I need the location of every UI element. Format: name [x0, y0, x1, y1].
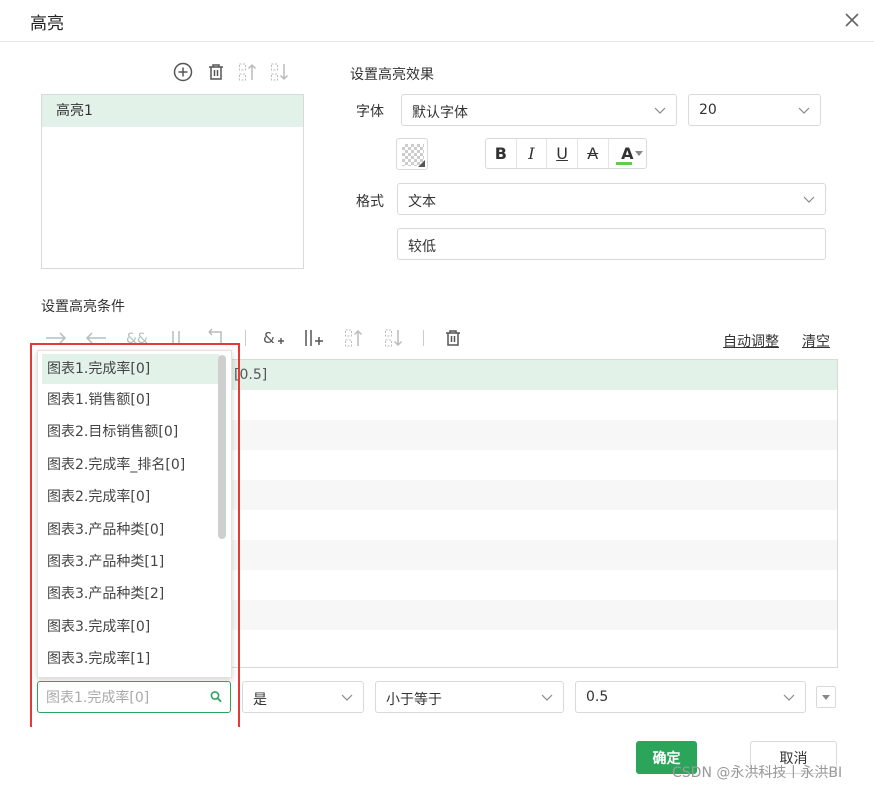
move-down-icon: [382, 326, 406, 350]
effect-section-title: 设置高亮效果: [350, 67, 434, 83]
chevron-down-icon: [798, 104, 810, 120]
table-row: [231, 540, 837, 570]
format-value: 文本: [408, 194, 436, 210]
font-family-select[interactable]: 默认字体: [401, 94, 677, 126]
font-color-button[interactable]: A: [609, 139, 647, 168]
move-down-icon: [268, 60, 292, 84]
toolbar-separator: [245, 330, 246, 346]
table-row[interactable]: [0.5]: [231, 360, 837, 390]
display-text-input[interactable]: 较低: [397, 228, 826, 260]
close-icon[interactable]: [842, 10, 862, 30]
table-row: [231, 480, 837, 510]
highlight-list-item[interactable]: 高亮1: [42, 95, 303, 127]
conditions-table: [0.5]: [231, 359, 838, 668]
caret-down-icon: [635, 151, 644, 156]
watermark-text: CSDN @永洪科技丨永洪BI: [672, 765, 843, 781]
add-or-condition-icon[interactable]: [302, 326, 326, 350]
conditions-section-title: 设置高亮条件: [41, 299, 125, 315]
font-family-value: 默认字体: [412, 105, 468, 121]
dialog-title: 高亮: [30, 14, 64, 34]
font-color-bar: [615, 162, 632, 165]
italic-button[interactable]: I: [517, 139, 548, 168]
move-up-icon: [342, 326, 366, 350]
format-label: 格式: [356, 194, 384, 210]
table-row: [231, 510, 837, 540]
add-and-condition-icon[interactable]: &: [262, 326, 286, 350]
background-color-picker[interactable]: [396, 138, 428, 170]
value-type-dropdown[interactable]: [816, 686, 836, 708]
compare-value-select[interactable]: 0.5: [575, 681, 806, 713]
annotation-frame: [30, 343, 240, 730]
svg-text:&: &: [263, 329, 275, 347]
move-up-icon: [236, 60, 260, 84]
compare-value: 0.5: [586, 689, 609, 705]
chevron-down-icon: [541, 691, 553, 707]
highlight-list: 高亮1: [41, 94, 304, 269]
font-size-value: 20: [699, 102, 717, 118]
table-row: [231, 570, 837, 600]
add-icon[interactable]: [171, 60, 195, 84]
table-row: [231, 450, 837, 480]
caret-down-icon: [822, 695, 830, 700]
delete-icon[interactable]: [441, 326, 465, 350]
table-row: [231, 390, 837, 420]
underline-button[interactable]: U: [547, 139, 578, 168]
display-text-value: 较低: [408, 239, 436, 255]
delete-icon[interactable]: [204, 60, 228, 84]
table-row: [231, 420, 837, 450]
operator-value: 小于等于: [386, 692, 442, 708]
is-value: 是: [253, 692, 267, 708]
chevron-down-icon: [341, 691, 353, 707]
clear-link[interactable]: 清空: [802, 331, 830, 351]
table-row: [231, 600, 837, 630]
operator-select[interactable]: 小于等于: [375, 681, 564, 713]
condition-text: [0.5]: [234, 367, 268, 383]
strikethrough-button[interactable]: A: [578, 139, 609, 168]
toolbar-separator: [423, 330, 424, 346]
auto-adjust-link[interactable]: 自动调整: [723, 331, 779, 351]
dialog-title-bar: 高亮: [0, 0, 874, 42]
chevron-down-icon: [803, 193, 815, 209]
font-label: 字体: [356, 104, 384, 120]
text-format-toolbar: B I U A A: [485, 138, 647, 169]
bold-button[interactable]: B: [486, 139, 517, 168]
chevron-down-icon: [783, 691, 795, 707]
font-size-select[interactable]: 20: [688, 94, 821, 126]
chevron-down-icon: [654, 104, 666, 120]
font-color-glyph: A: [621, 144, 634, 163]
table-row: [231, 630, 837, 660]
is-select[interactable]: 是: [242, 681, 364, 713]
format-select[interactable]: 文本: [397, 183, 826, 215]
dropdown-corner-icon: [418, 160, 425, 167]
